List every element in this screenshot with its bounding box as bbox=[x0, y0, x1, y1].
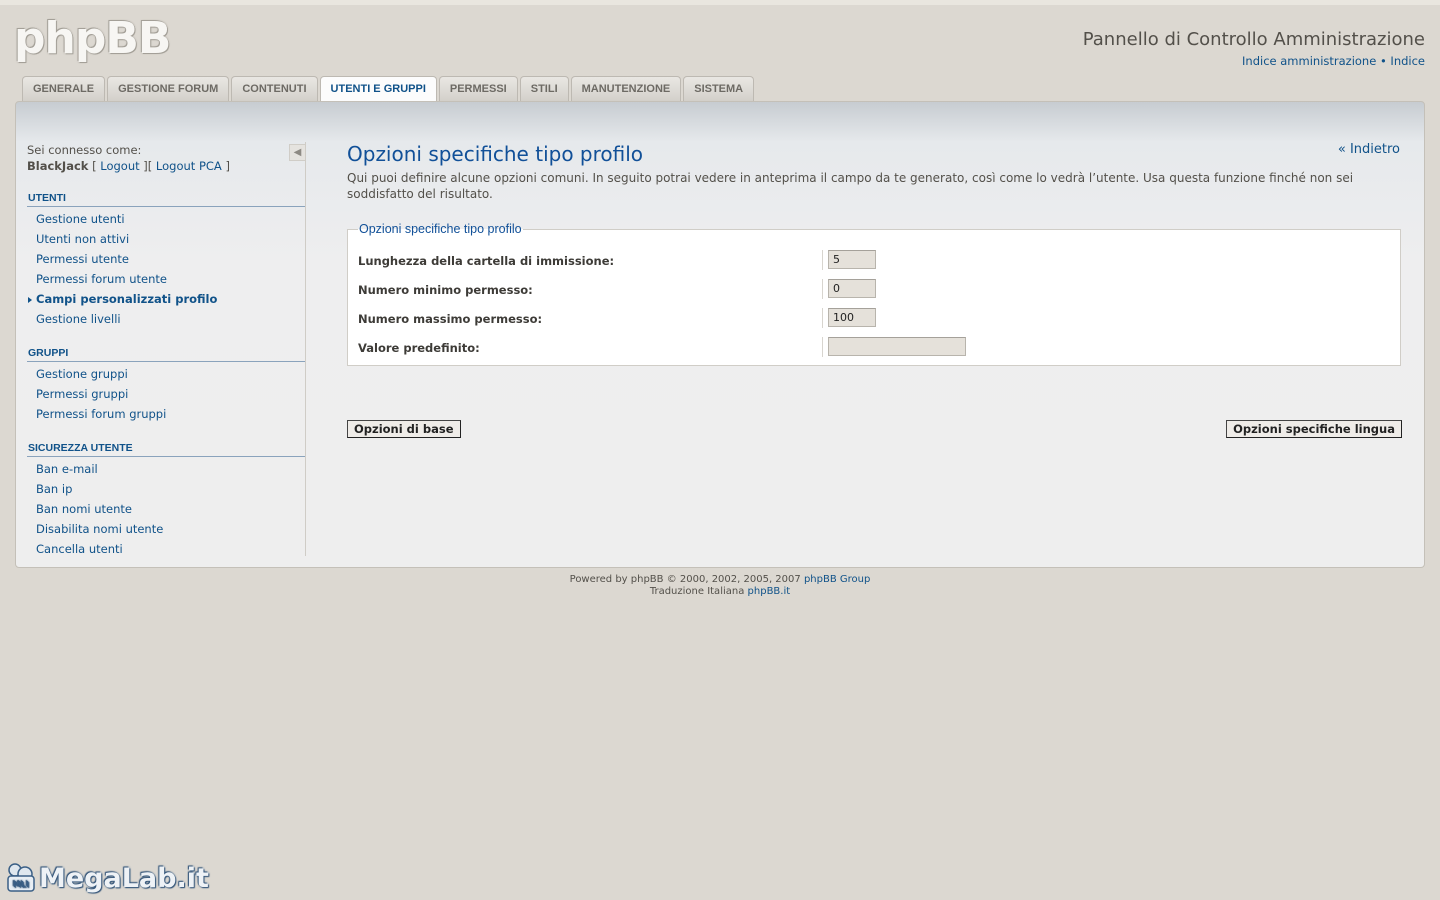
field-separator bbox=[822, 308, 823, 328]
sidebar-item-gestione-gruppi[interactable]: Gestione gruppi bbox=[27, 364, 305, 384]
fieldset-legend: Opzioni specifiche tipo profilo bbox=[359, 222, 522, 236]
basic-options-button[interactable]: Opzioni di base bbox=[347, 420, 461, 438]
default-value-label: Valore predefinito: bbox=[358, 341, 480, 355]
sidebar-item-ban-ip[interactable]: Ban ip bbox=[27, 479, 305, 499]
tab-contenuti[interactable]: CONTENUTI bbox=[231, 76, 318, 101]
sidebar-section-sicurezza-utente: SICUREZZA UTENTE bbox=[27, 442, 305, 457]
sidebar-item-campi-personalizzati-profilo[interactable]: Campi personalizzati profilo bbox=[27, 289, 305, 309]
megalab-logo-icon: MLI bbox=[7, 863, 35, 892]
page-title: Opzioni specifiche tipo profilo bbox=[347, 142, 644, 166]
tab-manutenzione[interactable]: MANUTENZIONE bbox=[570, 76, 682, 101]
tab-permessi[interactable]: PERMESSI bbox=[438, 76, 518, 101]
sidebar-item-permessi-forum-gruppi[interactable]: Permessi forum gruppi bbox=[27, 404, 305, 424]
field-separator bbox=[822, 279, 823, 299]
field-row-max-value: Numero massimo permesso: bbox=[358, 304, 1390, 333]
megalab-icon-text: MLI bbox=[13, 880, 29, 889]
input-length-label: Lunghezza della cartella di immissione: bbox=[358, 254, 615, 268]
tab-gestione-forum[interactable]: GESTIONE FORUM bbox=[107, 76, 230, 101]
tab-sistema[interactable]: SISTEMA bbox=[683, 76, 755, 101]
sidebar-item-permessi-forum-utente[interactable]: Permessi forum utente bbox=[27, 269, 305, 289]
sidebar-item-disabilita-nomi-utente[interactable]: Disabilita nomi utente bbox=[27, 519, 305, 539]
sidebar-item-ban-nomi-utente[interactable]: Ban nomi utente bbox=[27, 499, 305, 519]
main-content: Opzioni specifiche tipo profilo « Indiet… bbox=[347, 142, 1402, 438]
sidebar-section-utenti: UTENTI bbox=[27, 192, 305, 207]
input-length-field[interactable] bbox=[828, 250, 876, 269]
field-row-input-length: Lunghezza della cartella di immissione: bbox=[358, 246, 1390, 275]
default-value-field[interactable] bbox=[828, 337, 966, 356]
logout-pca-link[interactable]: Logout PCA bbox=[156, 159, 222, 173]
sidebar-item-utenti-non-attivi[interactable]: Utenti non attivi bbox=[27, 229, 305, 249]
max-value-field[interactable] bbox=[828, 308, 876, 327]
admin-header-links: Indice amministrazione • Indice bbox=[1242, 54, 1425, 68]
megalab-text: MegaLab.it bbox=[39, 862, 209, 894]
sidebar-item-gestione-utenti[interactable]: Gestione utenti bbox=[27, 209, 305, 229]
footer-phpbb-it-link[interactable]: phpBB.it bbox=[748, 586, 791, 597]
main-tabs: GENERALE GESTIONE FORUM CONTENUTI UTENTI… bbox=[22, 76, 756, 102]
footer-phpbb-group-link[interactable]: phpBB Group bbox=[804, 574, 870, 585]
field-row-min-value: Numero minimo permesso: bbox=[358, 275, 1390, 304]
tab-stili[interactable]: STILI bbox=[519, 76, 569, 101]
sidebar-divider bbox=[305, 142, 306, 556]
profile-options-fieldset: Opzioni specifiche tipo profilo Lunghezz… bbox=[347, 222, 1401, 366]
sidebar-section-gruppi: GRUPPI bbox=[27, 347, 305, 362]
min-value-field[interactable] bbox=[828, 279, 876, 298]
field-separator bbox=[822, 337, 823, 357]
logged-in-label: Sei connesso come: bbox=[27, 143, 142, 157]
tab-generale[interactable]: GENERALE bbox=[22, 76, 106, 101]
sidebar-item-permessi-gruppi[interactable]: Permessi gruppi bbox=[27, 384, 305, 404]
admin-panel-title: Pannello di Controllo Amministrazione bbox=[1082, 29, 1425, 50]
username: BlackJack bbox=[27, 159, 89, 173]
content-panel: ◀ Sei connesso come: BlackJack [ Logout … bbox=[15, 101, 1425, 568]
field-row-default-value: Valore predefinito: bbox=[358, 333, 1390, 362]
link-separator: • bbox=[1379, 54, 1387, 68]
sidebar-item-gestione-livelli[interactable]: Gestione livelli bbox=[27, 309, 305, 329]
logged-in-info: Sei connesso come: BlackJack [ Logout ][… bbox=[27, 142, 305, 174]
sidebar-item-permessi-utente[interactable]: Permessi utente bbox=[27, 249, 305, 269]
board-index-link[interactable]: Indice bbox=[1390, 54, 1425, 68]
field-separator bbox=[822, 250, 823, 270]
admin-index-link[interactable]: Indice amministrazione bbox=[1242, 54, 1376, 68]
language-options-button[interactable]: Opzioni specifiche lingua bbox=[1226, 420, 1402, 438]
max-value-label: Numero massimo permesso: bbox=[358, 312, 543, 326]
page-description: Qui puoi definire alcune opzioni comuni.… bbox=[347, 171, 1354, 201]
sidebar-item-ban-email[interactable]: Ban e-mail bbox=[27, 459, 305, 479]
footer-translation: Traduzione Italiana bbox=[649, 586, 745, 597]
back-link[interactable]: « Indietro bbox=[1338, 142, 1400, 157]
tab-utenti-e-gruppi[interactable]: UTENTI E GRUPPI bbox=[319, 76, 437, 102]
logout-link[interactable]: Logout bbox=[100, 159, 139, 173]
footer: Powered by phpBB © 2000, 2002, 2005, 200… bbox=[0, 574, 1440, 598]
sidebar-item-cancella-utenti[interactable]: Cancella utenti bbox=[27, 539, 305, 559]
megalab-watermark: MLI MegaLab.it bbox=[4, 861, 209, 895]
min-value-label: Numero minimo permesso: bbox=[358, 283, 533, 297]
phpbb-logo[interactable]: phpBB bbox=[14, 13, 171, 64]
footer-powered-by: Powered by phpBB © 2000, 2002, 2005, 200… bbox=[569, 574, 801, 585]
sidebar: Sei connesso come: BlackJack [ Logout ][… bbox=[27, 142, 305, 559]
